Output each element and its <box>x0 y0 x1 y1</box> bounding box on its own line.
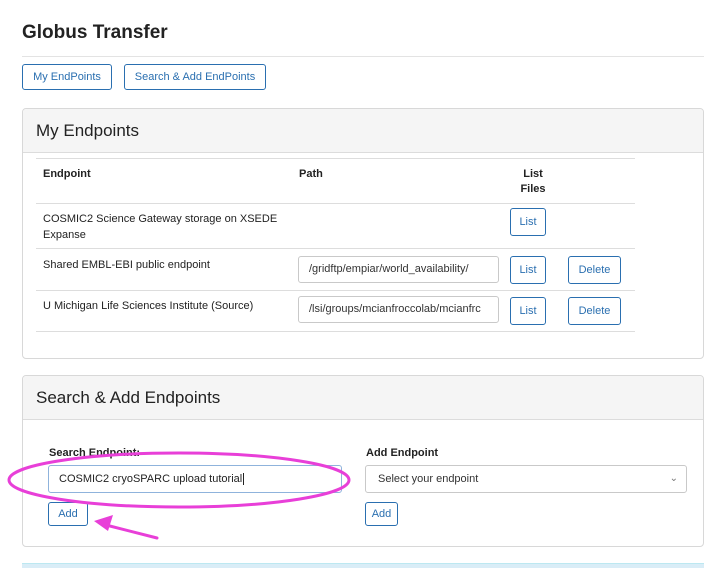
add-endpoint-button[interactable]: Add <box>365 502 398 526</box>
table-rule <box>36 203 635 204</box>
column-header-endpoint: Endpoint <box>43 168 91 180</box>
search-add-panel: Search & Add Endpoints Search Endpoint: … <box>22 375 704 547</box>
column-header-list-files: List Files <box>520 168 546 195</box>
endpoint-path-field[interactable]: /lsi/groups/mcianfroccolab/mcianfrc <box>298 296 499 323</box>
endpoint-select[interactable]: Select your endpoint ⌄ <box>365 465 687 493</box>
info-alert <box>22 563 704 568</box>
delete-button[interactable]: Delete <box>568 256 621 284</box>
endpoint-name: Shared EMBL-EBI public endpoint <box>43 259 210 271</box>
my-endpoints-nav-button[interactable]: My EndPoints <box>22 64 112 90</box>
search-endpoint-label: Search Endpoint: <box>49 447 141 459</box>
endpoint-path-field[interactable]: /gridftp/empiar/world_availability/ <box>298 256 499 283</box>
title-divider <box>22 56 704 57</box>
table-rule <box>36 331 635 332</box>
delete-button[interactable]: Delete <box>568 297 621 325</box>
list-button[interactable]: List <box>510 256 546 284</box>
search-endpoint-input[interactable]: COSMIC2 cryoSPARC upload tutorial <box>48 465 342 493</box>
table-rule <box>36 158 635 159</box>
table-rule <box>36 248 635 249</box>
endpoint-name: COSMIC2 Science Gateway storage on XSEDE… <box>43 213 278 241</box>
my-endpoints-panel: My Endpoints Endpoint Path List Files CO… <box>22 108 704 359</box>
endpoint-select-value: Select your endpoint <box>378 473 479 485</box>
list-button[interactable]: List <box>510 208 546 236</box>
my-endpoints-heading: My Endpoints <box>23 109 703 153</box>
search-add-heading: Search & Add Endpoints <box>23 376 703 420</box>
search-endpoint-value: COSMIC2 cryoSPARC upload tutorial <box>59 473 243 485</box>
page-title: Globus Transfer <box>22 22 168 43</box>
endpoint-name: U Michigan Life Sciences Institute (Sour… <box>43 300 254 312</box>
search-add-endpoints-nav-button[interactable]: Search & Add EndPoints <box>124 64 266 90</box>
column-header-path: Path <box>299 168 323 180</box>
list-button[interactable]: List <box>510 297 546 325</box>
search-add-button[interactable]: Add <box>48 502 88 526</box>
table-rule <box>36 290 635 291</box>
text-cursor <box>243 473 245 485</box>
add-endpoint-label: Add Endpoint <box>366 447 439 459</box>
chevron-down-icon: ⌄ <box>669 473 678 484</box>
